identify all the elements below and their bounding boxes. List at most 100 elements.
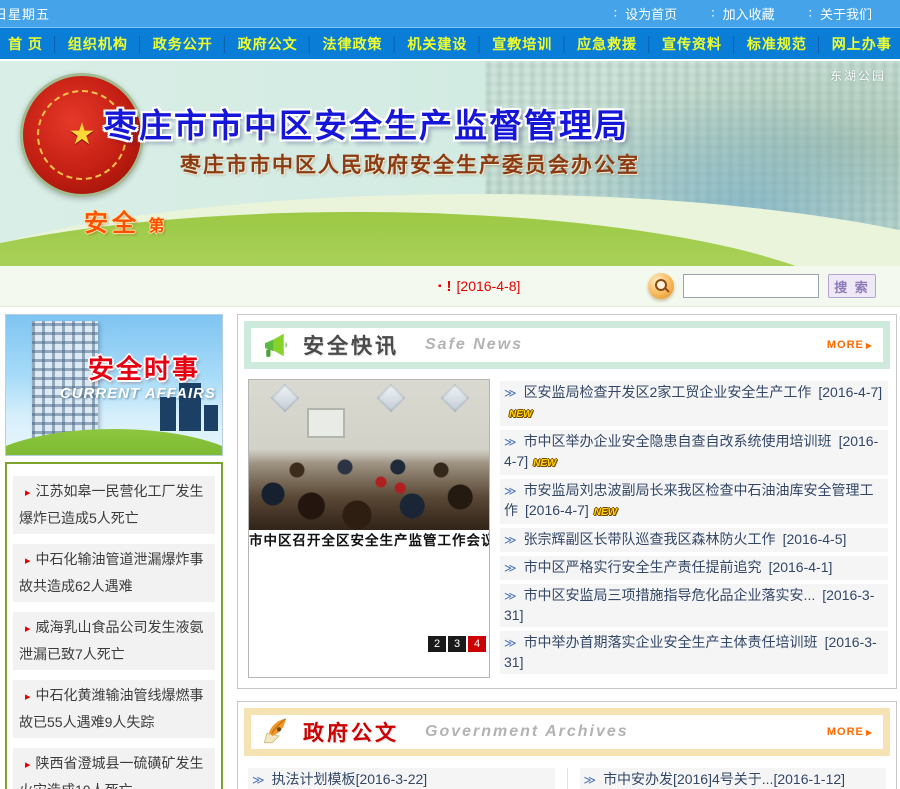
gov-docs-body: ≫执法计划模板[2016-3-22] ≫关于做好全区生产经营单位“三类...[2… <box>238 762 896 789</box>
sidebar-news-text: 江苏如皋一民营化工厂发生爆炸已造成5人死亡 <box>19 483 204 526</box>
content-column: 安全快讯 Safe News MORE ▶ <box>237 314 897 789</box>
section-title: 政府公文 <box>303 717 399 747</box>
sidebar-news-text: 中石化输油管道泄漏爆炸事故共造成62人遇难 <box>19 551 204 594</box>
set-homepage-link[interactable]: ∶ 设为首页 <box>614 4 677 23</box>
nav-item-online-services[interactable]: 网上办事 <box>832 34 892 54</box>
photo-watermark: 东湖公园 <box>830 67 886 84</box>
news-title: 市中区安监局三项措施指导危化品企业落实安... <box>524 587 816 603</box>
add-favorites-link[interactable]: ∶ 加入收藏 <box>711 4 774 23</box>
nav-separator: │ <box>51 36 60 52</box>
news-item[interactable]: ≫ 区安监局检查开发区2家工贸企业安全生产工作 [2016-4-7] NEW <box>500 381 888 426</box>
about-us-link[interactable]: ∶ 关于我们 <box>809 4 872 23</box>
new-badge: NEW <box>509 405 532 424</box>
news-item[interactable]: ≫ 市中区严格实行安全生产责任提前追究 [2016-4-1] <box>500 556 888 580</box>
news-item[interactable]: ≫市安监局刘忠波副局长来我区检查中石油油库安全管理工作[2016-4-7]NEW <box>500 479 888 524</box>
news-ticker[interactable]: ▪ ! [2016-4-8] <box>438 266 520 306</box>
news-item[interactable]: ≫张宗辉副区长带队巡查我区森林防火工作[2016-4-5] <box>500 528 888 552</box>
doc-title: 执法计划模板 <box>272 771 356 787</box>
page-dot-2[interactable]: 2 <box>428 636 446 652</box>
search-icon <box>648 273 674 299</box>
sidebar-news-item[interactable]: ▸陕西省澄城县一硫磺矿发生火灾造成10人死亡 <box>13 748 215 789</box>
gov-docs-more-link[interactable]: MORE ▶ <box>827 726 873 738</box>
doc-item[interactable]: ≫执法计划模板[2016-3-22] <box>248 768 555 789</box>
page-dot-3[interactable]: 3 <box>448 636 466 652</box>
meeting-crowd-shapes <box>249 380 489 530</box>
double-arrow-bullet-icon: ≫ <box>252 773 265 787</box>
main-content: 安全时事 CURRENT AFFAIRS ▸江苏如皋一民营化工厂发生爆炸已造成5… <box>0 307 900 789</box>
arrow-bullet-icon: ▸ <box>25 487 31 499</box>
add-favorites-label: 加入收藏 <box>723 4 775 23</box>
set-homepage-label: 设为首页 <box>625 4 677 23</box>
search-button[interactable]: 搜 索 <box>828 274 876 298</box>
nav-item-standards[interactable]: 标准规范 <box>747 34 807 54</box>
section-subtitle: Government Archives <box>425 723 629 741</box>
nav-separator: │ <box>136 36 145 52</box>
sidebar-news-list: ▸江苏如皋一民营化工厂发生爆炸已造成5人死亡 ▸中石化输油管道泄漏爆炸事故共造成… <box>5 462 223 789</box>
sidebar-current-affairs: 安全时事 CURRENT AFFAIRS ▸江苏如皋一民营化工厂发生爆炸已造成5… <box>5 314 223 789</box>
sidebar-news-item[interactable]: ▸中石化输油管道泄漏爆炸事故共造成62人遇难 <box>13 544 215 602</box>
ticker-exclamation-icon: ! <box>447 278 452 295</box>
nav-separator: │ <box>730 36 739 52</box>
news-date: [2016-4-7] <box>818 384 882 400</box>
nav-item-publicity-materials[interactable]: 宣传资料 <box>662 34 722 54</box>
double-arrow-bullet-icon: ≫ <box>504 484 517 498</box>
arrow-bullet-icon: ▸ <box>25 759 31 771</box>
site-subtitle: 枣庄市市中区人民政府安全生产委员会办公室 <box>180 149 640 179</box>
sidebar-news-text: 中石化黄潍输油管线爆燃事故已55人遇难9人失踪 <box>19 687 204 730</box>
news-title: 市中区严格实行安全生产责任提前追究 <box>524 559 762 575</box>
news-item[interactable]: ≫市中区安监局三项措施指导危化品企业落实安...[2016-3-31] <box>500 584 888 627</box>
safety-slogan: 安全 第 <box>84 203 164 238</box>
safe-news-list: ≫区安监局检查开发区2家工贸企业安全生产工作[2016-4-7]NEW ≫市中区… <box>500 381 888 678</box>
nav-item-home[interactable]: 首 页 <box>8 34 43 54</box>
news-date: [2016-4-1] <box>769 559 833 575</box>
nav-separator: │ <box>221 36 230 52</box>
nav-separator: │ <box>560 36 569 52</box>
about-us-label: 关于我们 <box>820 4 872 23</box>
news-date: [2016-4-7] <box>525 502 589 518</box>
search-input[interactable] <box>683 274 819 298</box>
arrow-bullet-icon: ▸ <box>25 623 31 635</box>
sidebar-news-item[interactable]: ▸江苏如皋一民营化工厂发生爆炸已造成5人死亡 <box>13 476 215 534</box>
page: 日星期五 ∶ 设为首页 ∶ 加入收藏 ∶ 关于我们 首 页 │ 组织机构 │ 政… <box>0 0 900 789</box>
nav-item-gov-documents[interactable]: 政府公文 <box>238 34 298 54</box>
news-title: 区安监局检查开发区2家工贸企业安全生产工作 <box>524 384 812 400</box>
section-title: 安全快讯 <box>303 330 399 360</box>
nav-item-emergency-rescue[interactable]: 应急救援 <box>577 34 637 54</box>
sidebar-news-item[interactable]: ▸威海乳山食品公司发生液氨泄漏已致7人死亡 <box>13 612 215 670</box>
sidebar-news-item[interactable]: ▸中石化黄潍输油管线爆燃事故已55人遇难9人失踪 <box>13 680 215 738</box>
photo-slideshow[interactable]: 2 3 4 市中区召开全区安全生产监管工作会议 <box>248 379 490 678</box>
double-arrow-bullet-icon: ≫ <box>504 561 517 575</box>
doc-item[interactable]: ≫市中安办发[2016]4号关于...[2016-1-12] <box>580 768 887 789</box>
nav-separator: │ <box>391 36 400 52</box>
site-title: 枣庄市市中区安全生产监督管理局 <box>104 99 629 147</box>
safe-news-more-link[interactable]: MORE ▶ <box>827 339 873 351</box>
safe-news-header: 安全快讯 Safe News MORE ▶ <box>244 321 890 369</box>
double-arrow-bullet-icon: ≫ <box>504 589 517 603</box>
nav-item-education-training[interactable]: 宣教培训 <box>492 34 552 54</box>
nav-separator: │ <box>815 36 824 52</box>
banner: ★ 枣庄市市中区安全生产监督管理局 枣庄市市中区人民政府安全生产委员会办公室 安… <box>0 61 900 266</box>
nav-separator: │ <box>645 36 654 52</box>
nav-item-organization[interactable]: 组织机构 <box>68 34 128 54</box>
top-utility-bar: 日星期五 ∶ 设为首页 ∶ 加入收藏 ∶ 关于我们 <box>0 0 900 27</box>
page-dot-4-active[interactable]: 4 <box>468 636 486 652</box>
nav-item-gov-affairs[interactable]: 政务公开 <box>153 34 213 54</box>
doc-title: 市中安办发[2016]4号关于... <box>603 771 773 787</box>
more-arrow-icon: ▶ <box>866 728 873 737</box>
ticker-bullet-icon: ▪ <box>438 281 442 292</box>
slogan-main: 安全 <box>84 210 140 237</box>
star-icon: ★ <box>69 120 96 150</box>
double-arrow-bullet-icon: ≫ <box>504 386 517 400</box>
nav-item-agency-building[interactable]: 机关建设 <box>407 34 467 54</box>
safe-news-body: 2 3 4 市中区召开全区安全生产监管工作会议 ≫ 区安监局检查开发区2家工贸企业… <box>238 375 896 688</box>
more-label: MORE <box>827 726 864 738</box>
news-title: 市中区举办企业安全隐患自查自改系统使用培训班 <box>524 433 832 449</box>
news-item[interactable]: ≫市中举办首期落实企业安全生产主体责任培训班[2016-3-31] <box>500 631 888 674</box>
photo-caption: 市中区召开全区安全生产监管工作会议 <box>249 530 489 551</box>
megaphone-icon <box>259 329 291 361</box>
sidebar-news-text: 威海乳山食品公司发生液氨泄漏已致7人死亡 <box>19 619 204 662</box>
skyline-bar <box>204 405 218 431</box>
news-item[interactable]: ≫市中区举办企业安全隐患自查自改系统使用培训班[2016-4-7]NEW <box>500 430 888 475</box>
nav-item-laws-policies[interactable]: 法律政策 <box>322 34 382 54</box>
sidebar-header-graphic: 安全时事 CURRENT AFFAIRS <box>5 314 223 456</box>
